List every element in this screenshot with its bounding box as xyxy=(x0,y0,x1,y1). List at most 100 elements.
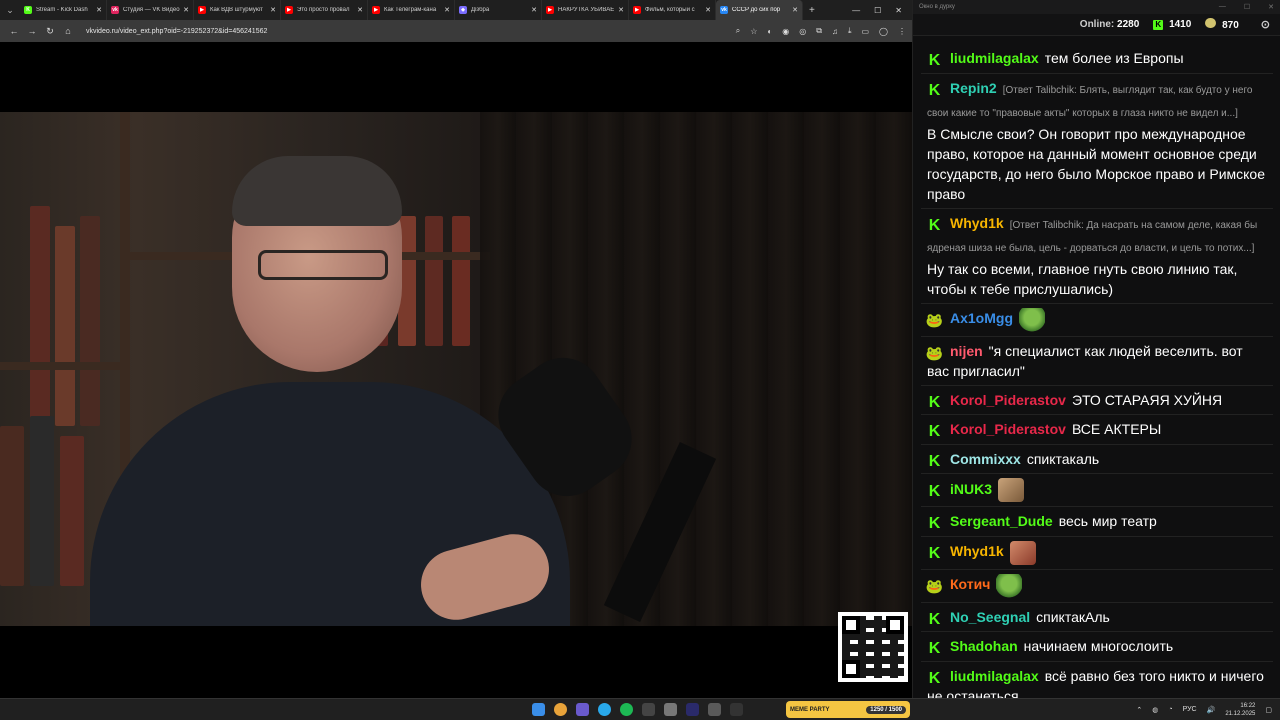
chat-message: 🐸 nijen "я специалист как людей веселить. … xyxy=(921,337,1273,386)
chat-username[interactable]: Sergeant_Dude xyxy=(950,513,1053,529)
tab-title: Студия — VK Видео xyxy=(123,7,180,13)
clock[interactable]: 16:22 21.12.2025 xyxy=(1225,702,1255,718)
profile-icon[interactable]: ◯ xyxy=(879,27,888,36)
browser-tab[interactable]: K Stream - Kick Dash ✕ xyxy=(20,0,107,20)
tab-title: НАКРУТКА УБИВАЕ xyxy=(558,7,615,13)
browser-tab[interactable]: ▶ Как Телеграм-кана ✕ xyxy=(368,0,455,20)
maximize-icon[interactable]: ☐ xyxy=(1244,3,1250,11)
tab-title: Stream - Kick Dash xyxy=(36,7,88,13)
chat-username[interactable]: Whyd1k xyxy=(950,215,1004,231)
chat-username[interactable]: No_Seegnal xyxy=(950,609,1030,625)
tab-title: Фильм, который с xyxy=(645,7,695,13)
tab-close-icon[interactable]: ✕ xyxy=(531,6,537,14)
app-icon[interactable] xyxy=(686,703,699,716)
chat-username[interactable]: Котич xyxy=(950,576,990,592)
tray-icon[interactable]: ◔ xyxy=(1168,706,1172,713)
telegram-icon[interactable] xyxy=(598,703,611,716)
chat-username[interactable]: liudmilagalax xyxy=(950,50,1039,66)
extension-icon[interactable]: ◐ xyxy=(767,27,772,36)
kick-badge-icon: K xyxy=(927,515,942,532)
minimize-icon[interactable]: — xyxy=(852,6,860,15)
chat-username[interactable]: Shadohan xyxy=(950,638,1018,654)
menu-icon[interactable]: ⋮ xyxy=(898,27,906,36)
tray-icon[interactable]: ◍ xyxy=(1152,706,1158,714)
tab-close-icon[interactable]: ✕ xyxy=(357,6,363,14)
close-icon[interactable]: ✕ xyxy=(1268,3,1274,11)
browser-tab[interactable]: ▶ НАКРУТКА УБИВАЕ ✕ xyxy=(542,0,629,20)
notifications-icon[interactable]: ▢ xyxy=(1265,706,1272,714)
home-icon[interactable]: ⌂ xyxy=(60,26,76,36)
discord-icon[interactable] xyxy=(576,703,589,716)
spotify-icon[interactable] xyxy=(620,703,633,716)
tab-title: Дізбра xyxy=(471,7,490,13)
tab-close-icon[interactable]: ✕ xyxy=(444,6,450,14)
download-icon[interactable]: ⤓ xyxy=(848,26,852,36)
meme-party-widget[interactable]: MEME PARTY 1250 / 1500 xyxy=(786,701,910,718)
tab-close-icon[interactable]: ✕ xyxy=(270,6,276,14)
chat-message-list[interactable]: Kliudmilagalax тем более из Европы K Repin2… xyxy=(921,44,1273,711)
language-indicator[interactable]: РУС xyxy=(1183,706,1197,713)
tab-close-icon[interactable]: ✕ xyxy=(96,6,102,14)
app-icon[interactable] xyxy=(664,703,677,716)
chat-username[interactable]: Korol_Piderastov xyxy=(950,421,1066,437)
app-icon[interactable] xyxy=(708,703,721,716)
reload-icon[interactable]: ↻ xyxy=(42,26,58,37)
browser-tab[interactable]: ▶ Фильм, который с ✕ xyxy=(629,0,716,20)
kick-badge-icon: K xyxy=(927,216,942,234)
chat-message: Kliudmilagalax тем более из Европы xyxy=(921,44,1273,74)
chat-username[interactable]: nijen xyxy=(950,343,983,359)
browser-tab[interactable]: vk СССР до сих пор ✕ xyxy=(716,0,803,20)
extension-icon[interactable]: ◎ xyxy=(799,27,806,36)
sidebar-icon[interactable]: ▭ xyxy=(861,27,869,36)
chat-username[interactable]: iNUK3 xyxy=(950,481,992,497)
chat-username[interactable]: Korol_Piderastov xyxy=(950,392,1066,408)
chat-message: K Korol_Piderastov ЭТО СТАРАЯЯ ХУЙНЯ xyxy=(921,386,1273,415)
tab-close-icon[interactable]: ✕ xyxy=(705,6,711,14)
chat-message: K Sergeant_Dude весь мир театр xyxy=(921,507,1273,537)
settings-icon[interactable]: ⊙ xyxy=(1261,18,1270,31)
browser-tab[interactable]: ◈ Дізбра ✕ xyxy=(455,0,542,20)
bookmark-star-icon[interactable]: ☆ xyxy=(750,27,757,36)
system-tray: ⌃ ◍ ◔ РУС 🔊 16:22 21.12.2025 ▢ xyxy=(1136,702,1272,718)
back-icon[interactable]: ← xyxy=(6,26,22,36)
media-icon[interactable]: ♫ xyxy=(832,27,838,36)
chat-message: K Korol_Piderastov ВСЕ АКТЕРЫ xyxy=(921,415,1273,445)
video-player[interactable] xyxy=(0,112,912,626)
kick-badge-icon: K xyxy=(927,423,942,440)
volume-icon[interactable]: 🔊 xyxy=(1207,706,1216,714)
chat-username[interactable]: Commixxx xyxy=(950,451,1021,467)
browser-tab[interactable]: ▶ Это просто провал ✕ xyxy=(281,0,368,20)
tab-favicon-icon: vk xyxy=(720,6,728,14)
zoom-icon[interactable]: ⌕ xyxy=(736,26,740,36)
extensions-puzzle-icon[interactable]: ⧉ xyxy=(816,26,822,36)
new-tab-icon[interactable]: + xyxy=(809,5,815,16)
meme-party-progress: 1250 / 1500 xyxy=(866,705,906,714)
browser-tab[interactable]: ▶ Как ВДВ штурмуют ✕ xyxy=(194,0,281,20)
tab-close-icon[interactable]: ✕ xyxy=(792,6,798,14)
forward-icon[interactable]: → xyxy=(24,26,40,36)
kick-badge-icon: K xyxy=(927,393,942,411)
start-icon[interactable] xyxy=(532,703,545,716)
tray-chevron-icon[interactable]: ⌃ xyxy=(1136,706,1142,714)
kick-badge-icon: K xyxy=(927,610,942,628)
chrome-icon[interactable] xyxy=(554,703,567,716)
chat-username[interactable]: liudmilagalax xyxy=(950,668,1039,684)
app-icon[interactable] xyxy=(642,703,655,716)
tab-search-icon[interactable]: ⌄ xyxy=(0,0,20,20)
minimize-icon[interactable]: — xyxy=(1219,3,1226,11)
steam-icon[interactable] xyxy=(730,703,743,716)
tab-close-icon[interactable]: ✕ xyxy=(618,6,624,14)
tabs: K Stream - Kick Dash ✕ vk Студия — VK Видео ✕… xyxy=(20,0,803,20)
qr-code xyxy=(838,612,908,682)
chat-username[interactable]: Repin2 xyxy=(950,80,997,96)
chat-username[interactable]: Ax1oMgg xyxy=(950,310,1013,326)
chat-text: Ну так со всеми, главное гнуть свою лини… xyxy=(927,260,1238,297)
chat-username[interactable]: Whyd1k xyxy=(950,543,1004,559)
frog-badge-icon: 🐸 xyxy=(925,312,944,329)
tab-close-icon[interactable]: ✕ xyxy=(183,6,189,14)
address-bar[interactable]: vkvideo.ru/video_ext.php?oid=-219252372&… xyxy=(86,28,736,35)
extension-icon[interactable]: ◉ xyxy=(782,27,789,36)
close-icon[interactable]: ✕ xyxy=(895,6,902,15)
maximize-icon[interactable]: ☐ xyxy=(874,6,881,15)
browser-tab[interactable]: vk Студия — VK Видео ✕ xyxy=(107,0,194,20)
